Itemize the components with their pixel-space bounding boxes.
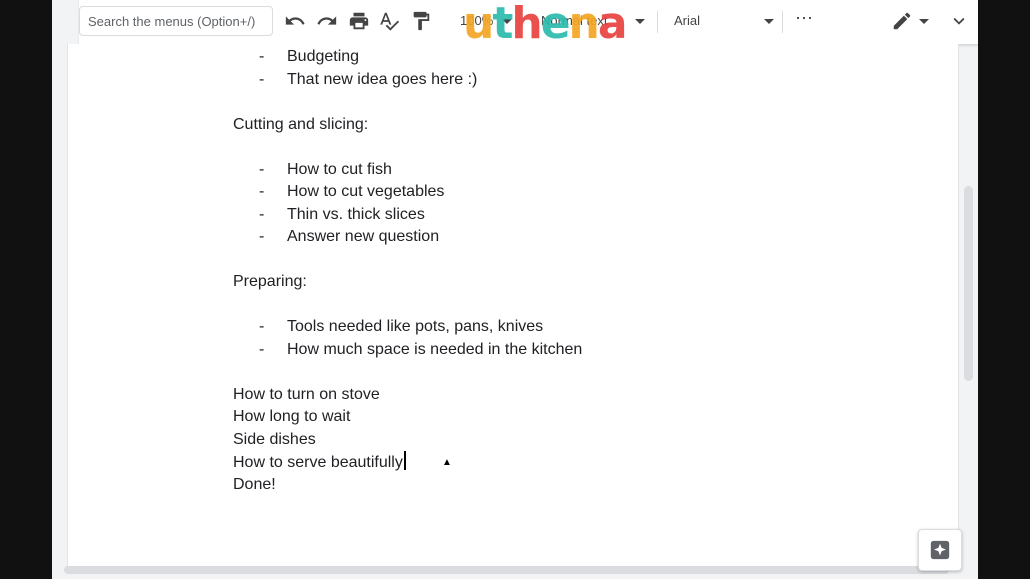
section-heading: Preparing: (233, 273, 307, 290)
list-item: - Thin vs. thick slices (259, 205, 425, 223)
logo-letter: t (492, 0, 513, 49)
list-item: - Budgeting (259, 48, 360, 65)
style-caret-icon[interactable] (635, 19, 645, 24)
vertical-scrollbar[interactable] (964, 186, 973, 381)
list-item: - Answer new question (259, 228, 440, 245)
section-heading: Cutting and slicing: (233, 115, 369, 133)
list-item: - How much space is needed in the kitchen (259, 340, 583, 358)
explore-button[interactable] (918, 529, 962, 571)
explore-star-icon (930, 540, 950, 560)
horizontal-scrollbar[interactable] (64, 566, 949, 574)
font-caret-icon[interactable] (764, 19, 774, 24)
logo-letter: u (463, 0, 494, 49)
text-line: Done! (233, 475, 276, 493)
font-select[interactable]: Arial (674, 13, 700, 28)
text-line: How to serve beautifully (233, 451, 913, 474)
print-icon[interactable] (348, 10, 372, 34)
list-item: - That new idea goes here :) (259, 70, 478, 88)
divider (657, 11, 658, 33)
undo-icon[interactable] (284, 10, 308, 34)
list-item: - Tools needed like pots, pans, knives (259, 318, 544, 335)
text-line: How to turn on stove (233, 385, 380, 403)
divider (782, 11, 783, 33)
document-page[interactable]: - Budgeting - That new idea goes here :) C… (67, 44, 959, 569)
logo-letter: e (540, 0, 571, 49)
list-item: - How to cut fish (259, 160, 392, 178)
list-item: - How to cut vegetables (259, 183, 445, 200)
app-screen: Search the menus (Option+/) 100% Normal … (52, 0, 978, 579)
uthena-watermark-logo: uthena (463, 0, 628, 49)
paint-format-icon[interactable] (410, 10, 434, 34)
toolbar: Search the menus (Option+/) 100% Normal … (79, 0, 978, 49)
logo-letter: h (511, 0, 542, 49)
edit-mode-caret-icon[interactable] (919, 19, 929, 24)
text-line: Side dishes (233, 430, 316, 448)
logo-letter: n (568, 0, 600, 49)
document-body[interactable]: - Budgeting - That new idea goes here :) C… (233, 46, 913, 496)
text-line: How long to wait (233, 408, 351, 425)
mouse-pointer-icon: ▲ (442, 457, 452, 468)
search-menus-input[interactable]: Search the menus (Option+/) (79, 6, 273, 36)
redo-icon[interactable] (316, 10, 340, 34)
text-cursor (403, 451, 406, 470)
chevron-down-icon[interactable] (948, 10, 972, 34)
spellcheck-icon[interactable] (378, 10, 402, 34)
logo-letter: a (597, 0, 628, 49)
pencil-edit-icon[interactable] (891, 10, 915, 34)
more-options-icon[interactable]: ⋯ (795, 8, 813, 29)
